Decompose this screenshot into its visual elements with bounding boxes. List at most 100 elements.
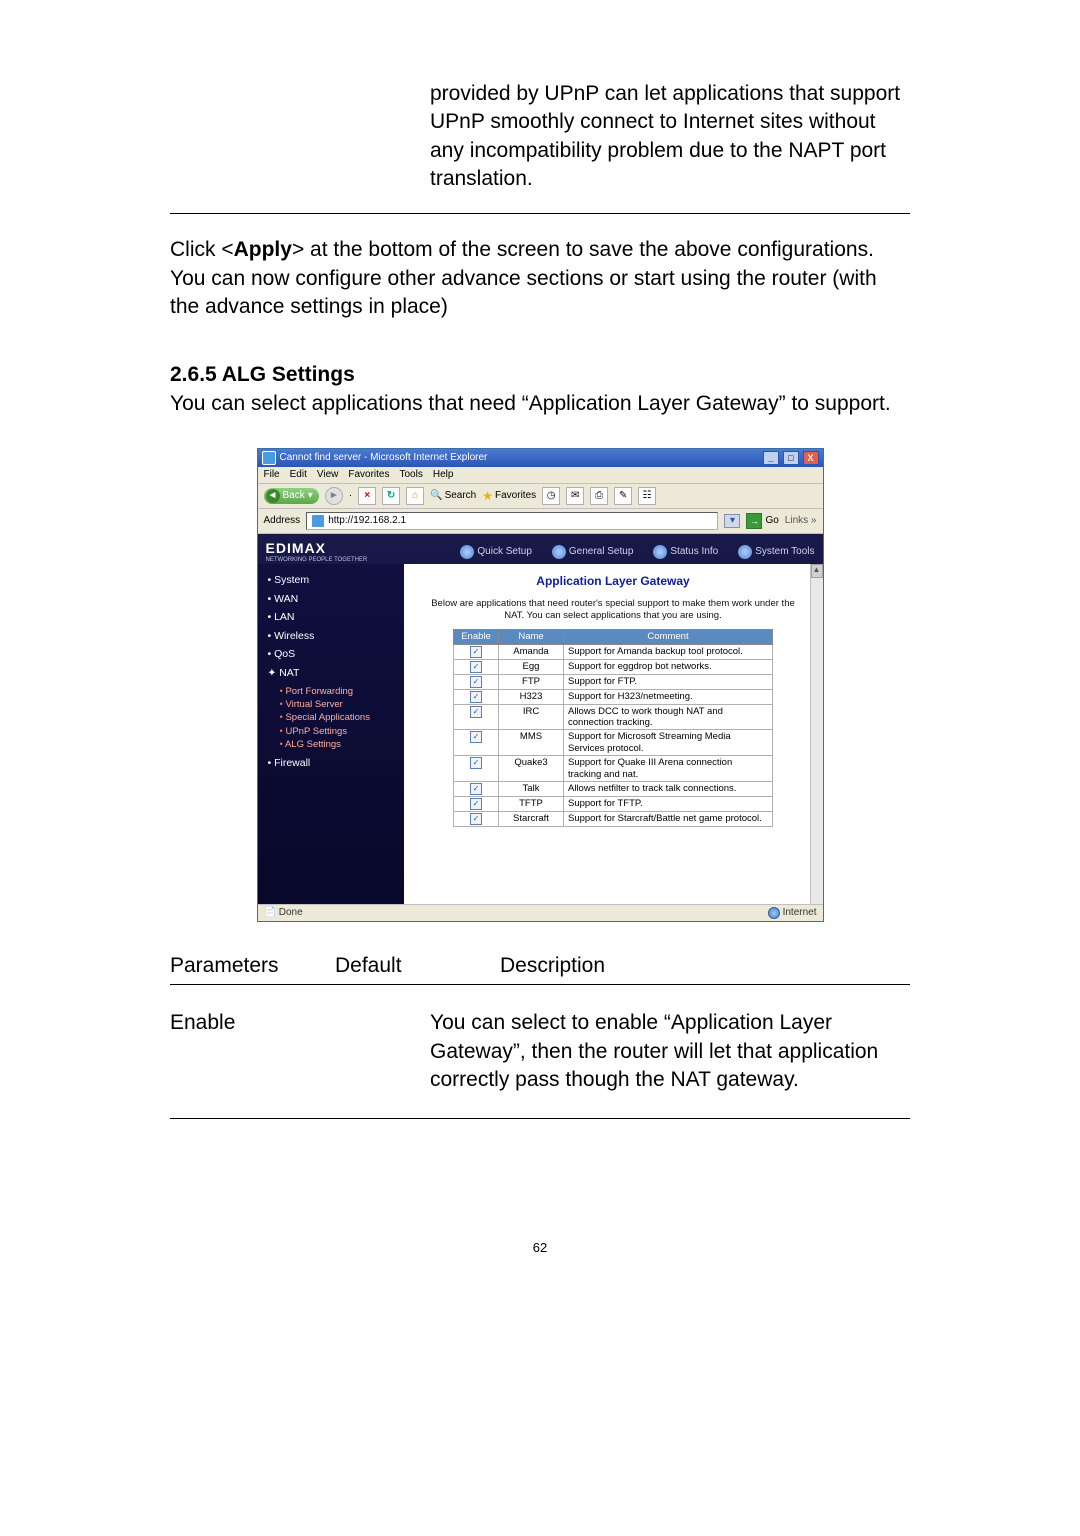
sidebar-item-nat[interactable]: NAT: [268, 667, 398, 680]
window-titlebar: Cannot find server - Microsoft Internet …: [258, 449, 823, 467]
search-button[interactable]: 🔍 Search: [430, 490, 476, 502]
dropdown-icon: ▾: [308, 490, 313, 502]
sidebar-item-qos[interactable]: QoS: [268, 648, 398, 661]
favorites-label: Favorites: [495, 490, 536, 502]
cell-name: Starcraft: [499, 811, 564, 826]
cell-name: FTP: [499, 674, 564, 689]
param-name: Enable: [170, 1009, 335, 1094]
back-arrow-icon: ◄: [266, 489, 280, 503]
cell-name: Quake3: [499, 756, 564, 782]
mail-icon[interactable]: ✉: [566, 487, 584, 505]
enable-checkbox[interactable]: ✓: [470, 691, 482, 703]
enable-checkbox[interactable]: ✓: [470, 757, 482, 769]
cell-name: H323: [499, 689, 564, 704]
params-head-default: Default: [335, 952, 500, 980]
tab-status-info[interactable]: Status Info: [653, 545, 718, 559]
screenshot-figure: Cannot find server - Microsoft Internet …: [170, 448, 910, 922]
edit-icon[interactable]: ✎: [614, 487, 632, 505]
cell-comment: Allows netfilter to track talk connectio…: [564, 781, 773, 796]
links-label[interactable]: Links »: [785, 515, 817, 527]
print-icon[interactable]: ⎙: [590, 487, 608, 505]
page-number: 62: [170, 1239, 910, 1257]
cell-name: Talk: [499, 781, 564, 796]
forward-button[interactable]: ►: [325, 487, 343, 505]
sidebar-sub-special-apps[interactable]: Special Applications: [280, 712, 398, 723]
menu-view[interactable]: View: [317, 469, 339, 481]
table-row: ✓IRCAllows DCC to work though NAT and co…: [454, 704, 773, 730]
table-row: ✓StarcraftSupport for Starcraft/Battle n…: [454, 811, 773, 826]
search-icon: 🔍: [430, 490, 442, 502]
enable-checkbox[interactable]: ✓: [470, 783, 482, 795]
cell-comment: Support for Microsoft Streaming Media Se…: [564, 730, 773, 756]
sidebar-subitems: Port Forwarding Virtual Server Special A…: [280, 686, 398, 751]
tab-general-setup[interactable]: General Setup: [552, 545, 634, 559]
close-button[interactable]: X: [803, 451, 819, 465]
enable-checkbox[interactable]: ✓: [470, 813, 482, 825]
go-label: Go: [765, 515, 778, 527]
enable-checkbox[interactable]: ✓: [470, 706, 482, 718]
go-button[interactable]: → Go: [746, 513, 778, 529]
refresh-icon[interactable]: ↻: [382, 487, 400, 505]
globe-icon: [460, 545, 474, 559]
favorites-icon: ★: [482, 489, 493, 503]
menu-favorites[interactable]: Favorites: [348, 469, 389, 481]
menu-edit[interactable]: Edit: [290, 469, 307, 481]
address-label: Address: [264, 515, 301, 527]
section-body: You can select applications that need “A…: [170, 392, 891, 415]
params-header-row: Parameters Default Description: [170, 952, 910, 980]
address-dropdown-icon[interactable]: ▾: [724, 514, 740, 528]
menu-file[interactable]: File: [264, 469, 280, 481]
divider: [170, 1118, 910, 1119]
params-head-parameters: Parameters: [170, 952, 335, 980]
address-input[interactable]: http://192.168.2.1: [306, 512, 718, 530]
stop-icon[interactable]: ×: [358, 487, 376, 505]
go-icon: →: [746, 513, 762, 529]
enable-checkbox[interactable]: ✓: [470, 731, 482, 743]
table-row: ✓ EggSupport for eggdrop bot networks.: [454, 659, 773, 674]
col-name: Name: [499, 630, 564, 644]
enable-checkbox[interactable]: ✓: [470, 661, 482, 673]
address-bar: Address http://192.168.2.1 ▾ → Go Links …: [258, 509, 823, 534]
sidebar-sub-upnp[interactable]: UPnP Settings: [280, 726, 398, 737]
sidebar-sub-port-forwarding[interactable]: Port Forwarding: [280, 686, 398, 697]
separator: ·: [349, 490, 352, 502]
sidebar-sub-virtual-server[interactable]: Virtual Server: [280, 699, 398, 710]
divider: [170, 984, 910, 985]
cell-comment: Support for eggdrop bot networks.: [564, 659, 773, 674]
tab-system-tools[interactable]: System Tools: [738, 545, 814, 559]
sidebar-item-lan[interactable]: LAN: [268, 611, 398, 624]
scroll-up-icon[interactable]: ▲: [811, 564, 823, 578]
cell-comment: Support for TFTP.: [564, 796, 773, 811]
discuss-icon[interactable]: ☷: [638, 487, 656, 505]
sidebar-item-wan[interactable]: WAN: [268, 593, 398, 606]
menu-help[interactable]: Help: [433, 469, 454, 481]
minimize-button[interactable]: _: [763, 451, 779, 465]
browser-window: Cannot find server - Microsoft Internet …: [257, 448, 824, 922]
back-label: Back: [283, 490, 305, 502]
cell-name: MMS: [499, 730, 564, 756]
sidebar-item-wireless[interactable]: Wireless: [268, 630, 398, 643]
enable-checkbox[interactable]: ✓: [470, 646, 482, 658]
history-icon[interactable]: ◷: [542, 487, 560, 505]
status-done: 📄 Done: [264, 907, 303, 919]
sidebar-item-system[interactable]: System: [268, 574, 398, 587]
apply-bold: Apply: [234, 238, 292, 261]
cell-name: TFTP: [499, 796, 564, 811]
favorites-button[interactable]: ★ Favorites: [482, 489, 536, 503]
enable-checkbox[interactable]: ✓: [470, 676, 482, 688]
sidebar-sub-alg[interactable]: ALG Settings: [280, 739, 398, 750]
text: Click <: [170, 238, 234, 261]
header-tabs: Quick Setup General Setup Status Info Sy…: [460, 545, 814, 559]
menu-tools[interactable]: Tools: [399, 469, 422, 481]
sidebar-item-firewall[interactable]: Firewall: [268, 757, 398, 770]
brand-tagline: NETWORKING PEOPLE TOGETHER: [266, 557, 368, 564]
enable-checkbox[interactable]: ✓: [470, 798, 482, 810]
back-button[interactable]: ◄ Back ▾: [264, 488, 319, 504]
toolbar: ◄ Back ▾ ► · × ↻ ⌂ 🔍 Search ★ Favorites …: [258, 484, 823, 509]
cell-name: Egg: [499, 659, 564, 674]
status-bar: 📄 Done Internet: [258, 904, 823, 921]
vertical-scrollbar[interactable]: ▲: [810, 564, 823, 904]
home-icon[interactable]: ⌂: [406, 487, 424, 505]
maximize-button[interactable]: □: [783, 451, 799, 465]
tab-quick-setup[interactable]: Quick Setup: [460, 545, 531, 559]
